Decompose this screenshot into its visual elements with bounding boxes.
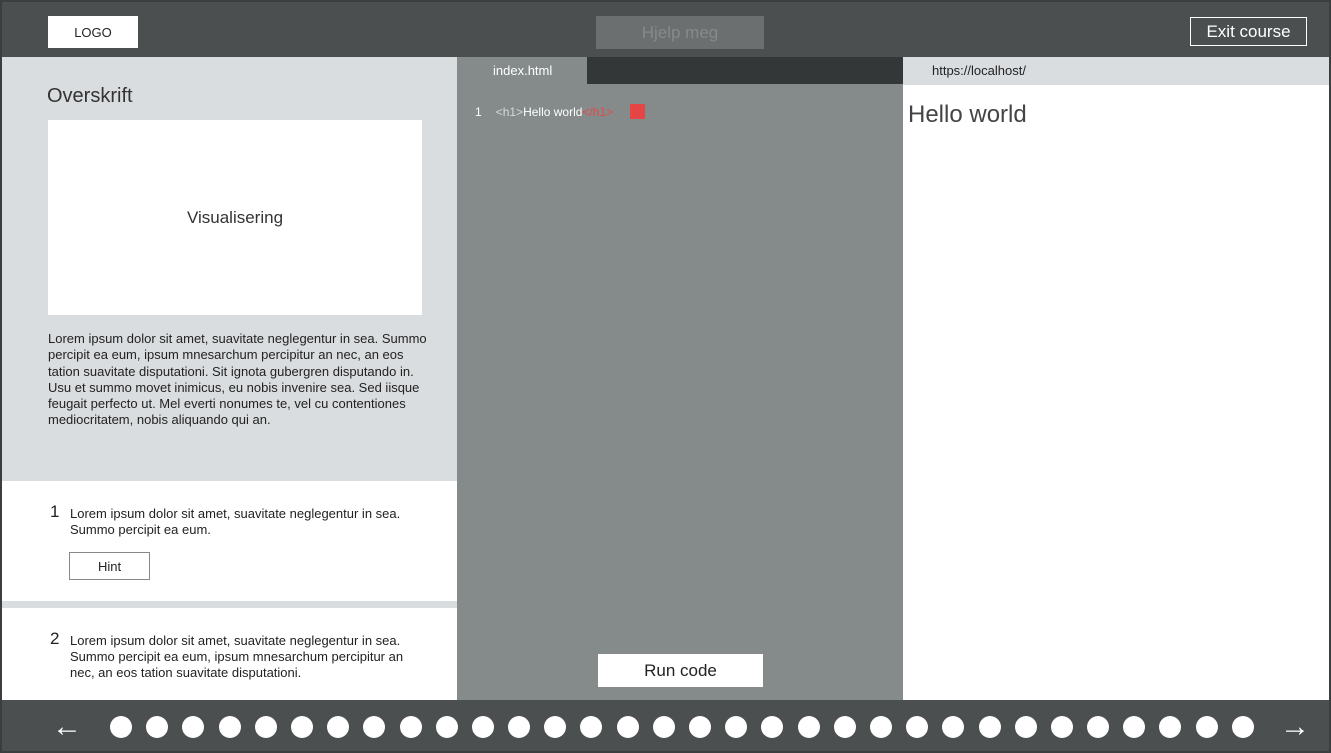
progress-step-dot[interactable] xyxy=(1050,716,1073,738)
code-close-tag: </h1> xyxy=(582,104,614,119)
editor-tab-bar: index.html xyxy=(457,57,903,84)
progress-step-dot[interactable] xyxy=(290,716,313,738)
arrow-right-icon[interactable]: → xyxy=(1280,707,1310,747)
progress-step-dot[interactable] xyxy=(1159,716,1182,738)
progress-step-dot[interactable] xyxy=(471,716,494,738)
progress-step-dot[interactable] xyxy=(1087,716,1110,738)
visualization-placeholder: Visualisering xyxy=(48,120,422,315)
progress-step-dot[interactable] xyxy=(544,716,567,738)
progress-step-dot[interactable] xyxy=(254,716,277,738)
progress-step-dot[interactable] xyxy=(1231,716,1254,738)
visualization-label: Visualisering xyxy=(186,207,284,227)
progress-step-dot[interactable] xyxy=(652,716,675,738)
progress-step-dot[interactable] xyxy=(761,716,784,738)
code-editor: index.html 1 <h1> Hello world </h1> Run … xyxy=(457,57,903,700)
task-text: Lorem ipsum dolor sit amet, suavitate ne… xyxy=(70,506,401,537)
task-number: 1 xyxy=(50,502,60,521)
top-bar: LOGO Hjelp meg Exit course xyxy=(2,2,1329,57)
help-button[interactable]: Hjelp meg xyxy=(596,16,764,49)
progress-step-dot[interactable] xyxy=(327,716,350,738)
error-marker-icon[interactable] xyxy=(630,104,646,119)
progress-step-dot[interactable] xyxy=(580,716,603,738)
progress-step-dot[interactable] xyxy=(797,716,820,738)
progress-step-dot[interactable] xyxy=(146,716,169,738)
progress-step-dot[interactable] xyxy=(833,716,856,738)
logo[interactable]: LOGO xyxy=(48,16,138,48)
progress-step-dot[interactable] xyxy=(978,716,1001,738)
preview-panel: https://localhost/ Hello world xyxy=(903,57,1329,700)
tab-index-html[interactable]: index.html xyxy=(457,57,587,84)
run-code-button[interactable]: Run code xyxy=(598,654,763,687)
line-number: 1 xyxy=(475,104,482,119)
exit-course-button[interactable]: Exit course xyxy=(1190,17,1307,46)
task-number: 2 xyxy=(50,629,60,648)
progress-step-dot[interactable] xyxy=(869,716,892,738)
progress-step-dot[interactable] xyxy=(1195,716,1218,738)
lesson-body-text: Lorem ipsum dolor sit amet, suavitate ne… xyxy=(48,331,427,428)
task-item-2: 2 Lorem ipsum dolor sit amet, suavitate … xyxy=(2,608,457,700)
progress-step-dot[interactable] xyxy=(1014,716,1037,738)
progress-step-dot[interactable] xyxy=(363,716,386,738)
task-divider xyxy=(2,601,457,608)
arrow-left-icon[interactable]: ← xyxy=(52,707,82,747)
lesson-section: Overskrift Visualisering Lorem ipsum dol… xyxy=(2,57,457,481)
progress-step-dot[interactable] xyxy=(689,716,711,738)
instructions-panel: Overskrift Visualisering Lorem ipsum dol… xyxy=(2,57,457,700)
progress-dots xyxy=(110,716,1268,738)
task-text: Lorem ipsum dolor sit amet, suavitate ne… xyxy=(70,633,404,680)
app-frame: LOGO Hjelp meg Exit course Overskrift Vi… xyxy=(0,0,1331,753)
hint-button[interactable]: Hint xyxy=(69,552,150,580)
progress-step-dot[interactable] xyxy=(906,716,929,738)
progress-step-dot[interactable] xyxy=(110,716,132,738)
task-item-1: 1 Lorem ipsum dolor sit amet, suavitate … xyxy=(2,481,457,601)
code-line[interactable]: 1 <h1> Hello world </h1> xyxy=(475,104,646,119)
progress-step-dot[interactable] xyxy=(616,716,639,738)
progress-step-dot[interactable] xyxy=(399,716,422,738)
progress-step-dot[interactable] xyxy=(182,716,205,738)
progress-step-dot[interactable] xyxy=(725,716,748,738)
lesson-title: Overskrift xyxy=(47,85,133,107)
progress-step-dot[interactable] xyxy=(435,716,458,738)
code-open-tag: <h1> xyxy=(495,104,524,119)
progress-step-dot[interactable] xyxy=(508,716,531,738)
progress-bar: ← → xyxy=(2,700,1329,751)
progress-step-dot[interactable] xyxy=(1123,716,1146,738)
code-text: Hello world xyxy=(523,104,583,119)
preview-url-bar: https://localhost/ xyxy=(903,57,1329,85)
preview-heading: Hello world xyxy=(908,101,1027,128)
progress-step-dot[interactable] xyxy=(942,716,965,738)
progress-step-dot[interactable] xyxy=(218,716,241,738)
